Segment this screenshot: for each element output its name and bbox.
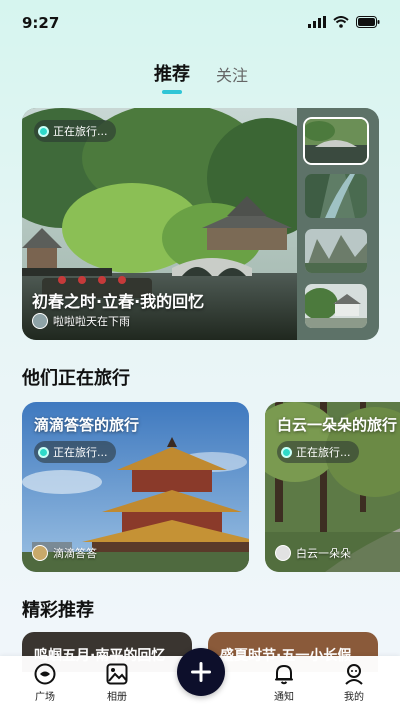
status-time: 9:27 (22, 14, 60, 32)
featured-author-name: 啦啦啦天在下雨 (53, 315, 130, 328)
tab-follow[interactable]: 关注 (216, 62, 248, 86)
trip-status-text: 正在旅行... (296, 446, 351, 459)
featured-image: 正在旅行... 初春之时·立春·我的回忆 啦啦啦天在下雨 (22, 108, 297, 340)
image-icon (106, 663, 128, 685)
status-icons (308, 16, 380, 28)
trip-card[interactable]: 滴滴答答的旅行 正在旅行... 滴滴答答 (22, 402, 249, 572)
compass-icon (34, 663, 56, 685)
nav-profile[interactable]: 我的 (329, 663, 379, 703)
traveling-dot-icon (38, 446, 49, 458)
trip-author-name: 滴滴答答 (53, 547, 97, 560)
status-bar: 9:27 (0, 0, 400, 44)
signal-icon (308, 16, 326, 28)
bell-icon (275, 665, 293, 685)
section-title-traveling: 他们正在旅行 (22, 368, 130, 389)
avatar (275, 545, 291, 561)
featured-thumbnails (297, 108, 379, 340)
trip-title: 滴滴答答的旅行 (34, 416, 140, 434)
traveling-dot-icon (281, 446, 292, 458)
featured-card[interactable]: 正在旅行... 初春之时·立春·我的回忆 啦啦啦天在下雨 (22, 108, 379, 340)
thumbnail-4[interactable] (305, 284, 367, 328)
featured-status-badge: 正在旅行... (34, 120, 116, 142)
thumbnail-2[interactable] (305, 174, 367, 218)
nav-label: 广场 (35, 692, 55, 703)
nav-label: 相册 (107, 692, 127, 703)
section-title-picks: 精彩推荐 (22, 600, 94, 621)
traveling-dot-icon (38, 125, 49, 137)
avatar (32, 545, 48, 561)
trip-status-text: 正在旅行... (53, 446, 108, 459)
active-tab-indicator (162, 90, 182, 94)
wifi-icon (333, 16, 349, 28)
trip-status-badge: 正在旅行... (277, 441, 359, 463)
top-tabs: 推荐 关注 (0, 60, 400, 100)
trip-author[interactable]: 白云一朵朵 (275, 545, 351, 561)
user-icon (345, 664, 363, 685)
trip-author[interactable]: 滴滴答答 (32, 545, 97, 561)
trip-author-name: 白云一朵朵 (296, 547, 351, 560)
bottom-nav: 广场 相册 通知 我的 (0, 648, 400, 711)
thumbnail-3[interactable] (305, 229, 367, 273)
nav-album[interactable]: 相册 (92, 663, 142, 703)
trip-title: 白云一朵朵的旅行 (277, 416, 398, 434)
nav-label: 我的 (344, 692, 364, 703)
nav-square[interactable]: 广场 (20, 663, 70, 703)
nav-notifications[interactable]: 通知 (259, 663, 309, 703)
nav-label: 通知 (274, 692, 294, 703)
avatar (32, 313, 48, 329)
featured-author[interactable]: 啦啦啦天在下雨 (32, 313, 130, 329)
add-button[interactable] (177, 648, 225, 696)
featured-status-text: 正在旅行... (53, 125, 108, 138)
battery-icon (356, 16, 380, 28)
trip-status-badge: 正在旅行... (34, 441, 116, 463)
plus-icon (191, 662, 211, 682)
tab-recommend[interactable]: 推荐 (154, 60, 190, 86)
thumbnail-1[interactable] (305, 119, 367, 163)
featured-title: 初春之时·立春·我的回忆 (32, 292, 205, 311)
trip-card[interactable]: 白云一朵朵的旅行 正在旅行... 白云一朵朵 (265, 402, 400, 572)
